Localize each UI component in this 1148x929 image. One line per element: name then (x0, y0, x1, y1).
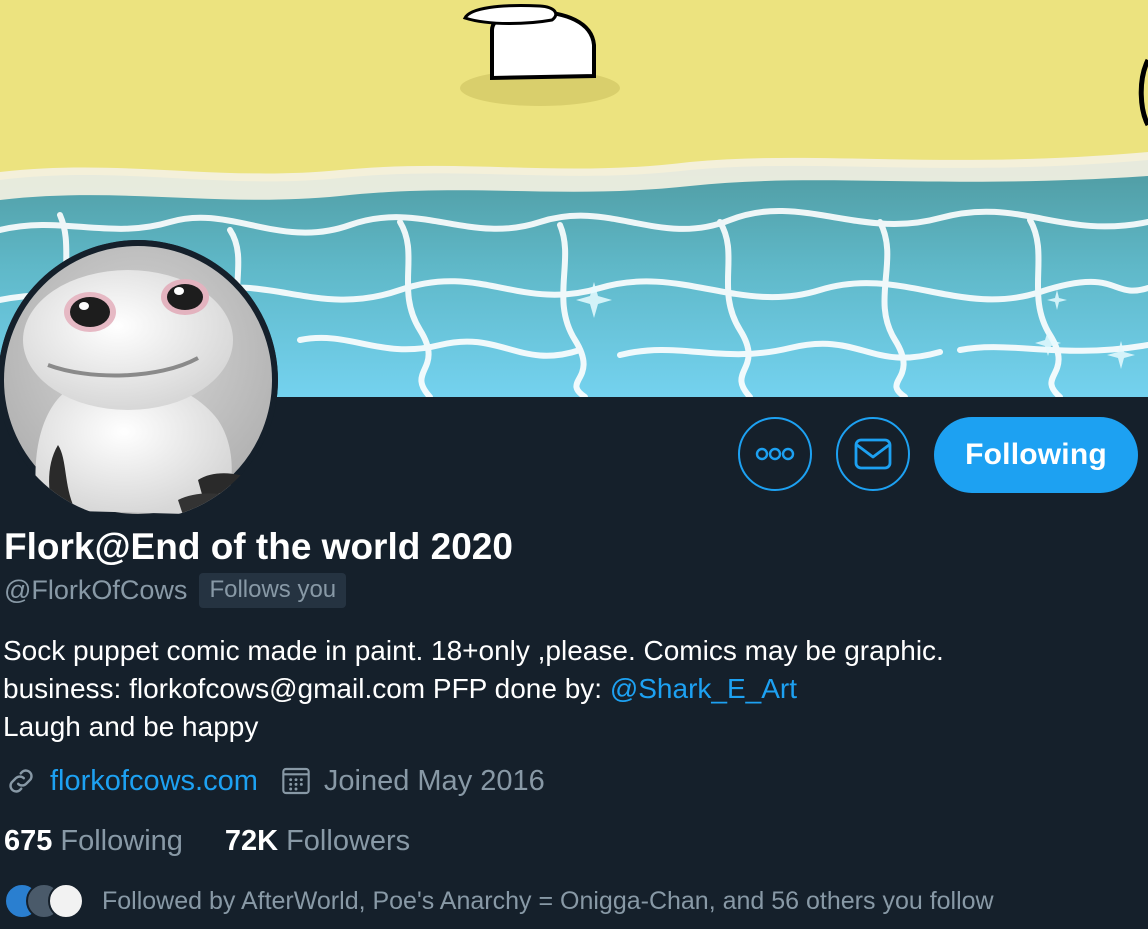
followers-count: 72K (224, 825, 279, 857)
followed-by-text: Followed by AfterWorld, Poe's Anarchy = … (102, 886, 994, 915)
profile-bio: Sock puppet comic made in paint. 18+only… (3, 632, 944, 746)
display-name: Flork@End of the world 2020 (4, 526, 513, 567)
following-label: Following (60, 825, 183, 857)
followed-by-avatars (4, 881, 84, 921)
followed-by-row[interactable]: Followed by AfterWorld, Poe's Anarchy = … (4, 881, 994, 921)
following-stat[interactable]: 675 Following (4, 825, 183, 858)
bio-line: business: florkofcows@gmail.com PFP done… (3, 670, 944, 708)
avatar (48, 883, 84, 919)
more-horizontal-icon (755, 447, 795, 461)
mention-link[interactable]: @Shark_E_Art (610, 673, 797, 704)
envelope-icon (854, 438, 892, 470)
link-icon (4, 764, 38, 798)
handle-row: @FlorkOfCows Follows you (4, 573, 347, 608)
profile-stats: 675 Following 72K Followers (4, 825, 410, 858)
calendar-icon (280, 765, 312, 797)
following-button[interactable]: Following (934, 417, 1138, 493)
profile-page: Following Flork@End of the world 2020 @F… (0, 0, 1148, 929)
user-handle: @FlorkOfCows (4, 575, 188, 605)
more-options-button[interactable] (738, 417, 812, 491)
profile-meta: florkofcows.com Joined May 2016 (4, 764, 545, 798)
following-count: 675 (4, 825, 53, 857)
joined-date: Joined May 2016 (323, 764, 545, 797)
bio-line: Laugh and be happy (3, 711, 259, 742)
message-button[interactable] (836, 417, 910, 491)
website-link[interactable]: florkofcows.com (50, 765, 258, 798)
bio-line: Sock puppet comic made in paint. 18+only… (3, 635, 944, 666)
followers-label: Followers (286, 825, 411, 857)
follows-you-badge: Follows you (199, 573, 347, 608)
followers-stat[interactable]: 72K Followers (225, 825, 410, 858)
profile-avatar[interactable] (0, 240, 278, 520)
bio-text: business: florkofcows@gmail.com PFP done… (3, 673, 610, 704)
